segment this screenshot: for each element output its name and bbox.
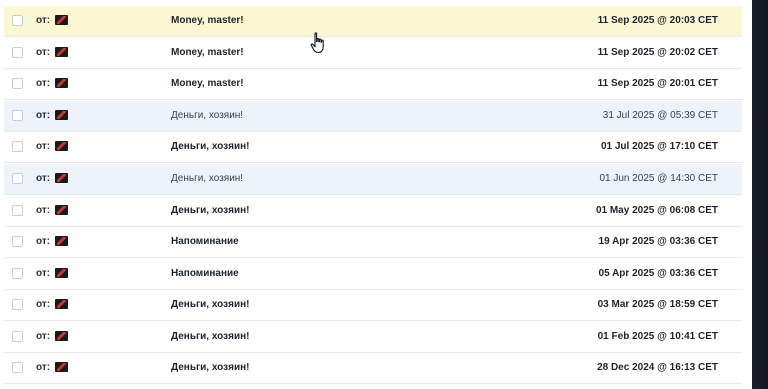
message-subject[interactable]: Напоминание: [171, 268, 239, 279]
message-row[interactable]: от: Money, master! 11 Sep 2025 @ 20:03 C…: [4, 6, 742, 37]
message-subject[interactable]: Money, master!: [171, 78, 244, 89]
sender-avatar-icon: [55, 110, 68, 120]
message-date: 31 Jul 2025 @ 05:39 CET: [602, 110, 718, 121]
message-subject[interactable]: Деньги, хозяин!: [171, 362, 249, 373]
message-date: 28 Dec 2024 @ 16:13 CET: [597, 362, 718, 373]
message-date: 19 Apr 2025 @ 03:36 CET: [598, 236, 718, 247]
message-subject[interactable]: Money, master!: [171, 47, 244, 58]
message-row[interactable]: от: Money, master! 11 Sep 2025 @ 20:01 C…: [4, 69, 742, 100]
message-list: от: Money, master! 11 Sep 2025 @ 20:03 C…: [4, 0, 742, 389]
from-label: от:: [36, 15, 51, 26]
message-date: 01 Jul 2025 @ 17:10 CET: [600, 141, 718, 152]
page-background-edge: [752, 0, 768, 389]
sender-avatar-icon: [55, 268, 68, 278]
from-label: от:: [36, 173, 51, 184]
message-date: 11 Sep 2025 @ 20:02 CET: [597, 47, 718, 58]
from-label: от:: [36, 268, 51, 279]
select-checkbox[interactable]: [12, 331, 23, 342]
sender-avatar-icon: [55, 362, 68, 372]
select-checkbox[interactable]: [12, 299, 23, 310]
sender-avatar-icon: [55, 299, 68, 309]
select-checkbox[interactable]: [12, 47, 23, 58]
message-row[interactable]: от: Напоминание 19 Apr 2025 @ 03:36 CET: [4, 227, 742, 258]
message-row[interactable]: от: Деньги, хозяин! 01 Feb 2025 @ 10:41 …: [4, 322, 742, 353]
select-checkbox[interactable]: [12, 15, 23, 26]
message-row[interactable]: от: Напоминание 05 Apr 2025 @ 03:36 CET: [4, 259, 742, 290]
sender-avatar-icon: [55, 47, 68, 57]
sender-avatar-icon: [55, 331, 68, 341]
select-checkbox[interactable]: [12, 236, 23, 247]
message-subject[interactable]: Деньги, хозяин!: [171, 173, 243, 184]
message-row[interactable]: от: Деньги, хозяин! 31 Jul 2025 @ 05:39 …: [4, 101, 742, 132]
from-label: от:: [36, 47, 51, 58]
from-label: от:: [36, 141, 51, 152]
message-date: 11 Sep 2025 @ 20:03 CET: [597, 15, 718, 26]
select-checkbox[interactable]: [12, 110, 23, 121]
from-label: от:: [36, 110, 51, 121]
from-label: от:: [36, 78, 51, 89]
sender-avatar-icon: [55, 15, 68, 25]
sender-avatar-icon: [55, 78, 68, 88]
select-checkbox[interactable]: [12, 268, 23, 279]
message-subject[interactable]: Деньги, хозяин!: [171, 331, 249, 342]
from-label: от:: [36, 331, 51, 342]
sender-avatar-icon: [55, 236, 68, 246]
message-date: 05 Apr 2025 @ 03:36 CET: [598, 268, 718, 279]
message-date: 03 Mar 2025 @ 18:59 CET: [597, 299, 718, 310]
message-row[interactable]: от: Деньги, хозяин! 01 Jul 2025 @ 17:10 …: [4, 132, 742, 163]
from-label: от:: [36, 236, 51, 247]
message-row[interactable]: от: Деньги, хозяин! 03 Mar 2025 @ 18:59 …: [4, 290, 742, 321]
message-subject[interactable]: Деньги, хозяин!: [171, 205, 249, 216]
select-checkbox[interactable]: [12, 173, 23, 184]
message-subject[interactable]: Деньги, хозяин!: [171, 110, 243, 121]
from-label: от:: [36, 299, 51, 310]
message-subject[interactable]: Money, master!: [171, 15, 244, 26]
message-row[interactable]: от: Деньги, хозяин! 01 May 2025 @ 06:08 …: [4, 196, 742, 227]
select-checkbox[interactable]: [12, 141, 23, 152]
select-checkbox[interactable]: [12, 205, 23, 216]
select-checkbox[interactable]: [12, 78, 23, 89]
message-row[interactable]: от: Деньги, хозяин! 28 Dec 2024 @ 16:13 …: [4, 353, 742, 384]
message-row[interactable]: от: Деньги, хозяин! 01 Jun 2025 @ 14:30 …: [4, 164, 742, 195]
message-subject[interactable]: Деньги, хозяин!: [171, 141, 249, 152]
sender-avatar-icon: [55, 141, 68, 151]
message-row[interactable]: от: Money, master! 11 Sep 2025 @ 20:02 C…: [4, 38, 742, 69]
from-label: от:: [36, 362, 51, 373]
message-subject[interactable]: Напоминание: [171, 236, 239, 247]
message-date: 01 Feb 2025 @ 10:41 CET: [597, 331, 718, 342]
sender-avatar-icon: [55, 173, 68, 183]
message-date: 11 Sep 2025 @ 20:01 CET: [597, 78, 718, 89]
sender-avatar-icon: [55, 205, 68, 215]
select-checkbox[interactable]: [12, 362, 23, 373]
from-label: от:: [36, 205, 51, 216]
message-date: 01 Jun 2025 @ 14:30 CET: [599, 173, 718, 184]
hand-pointer-icon: [310, 32, 324, 54]
message-subject[interactable]: Деньги, хозяин!: [171, 299, 249, 310]
message-date: 01 May 2025 @ 06:08 CET: [595, 205, 718, 216]
